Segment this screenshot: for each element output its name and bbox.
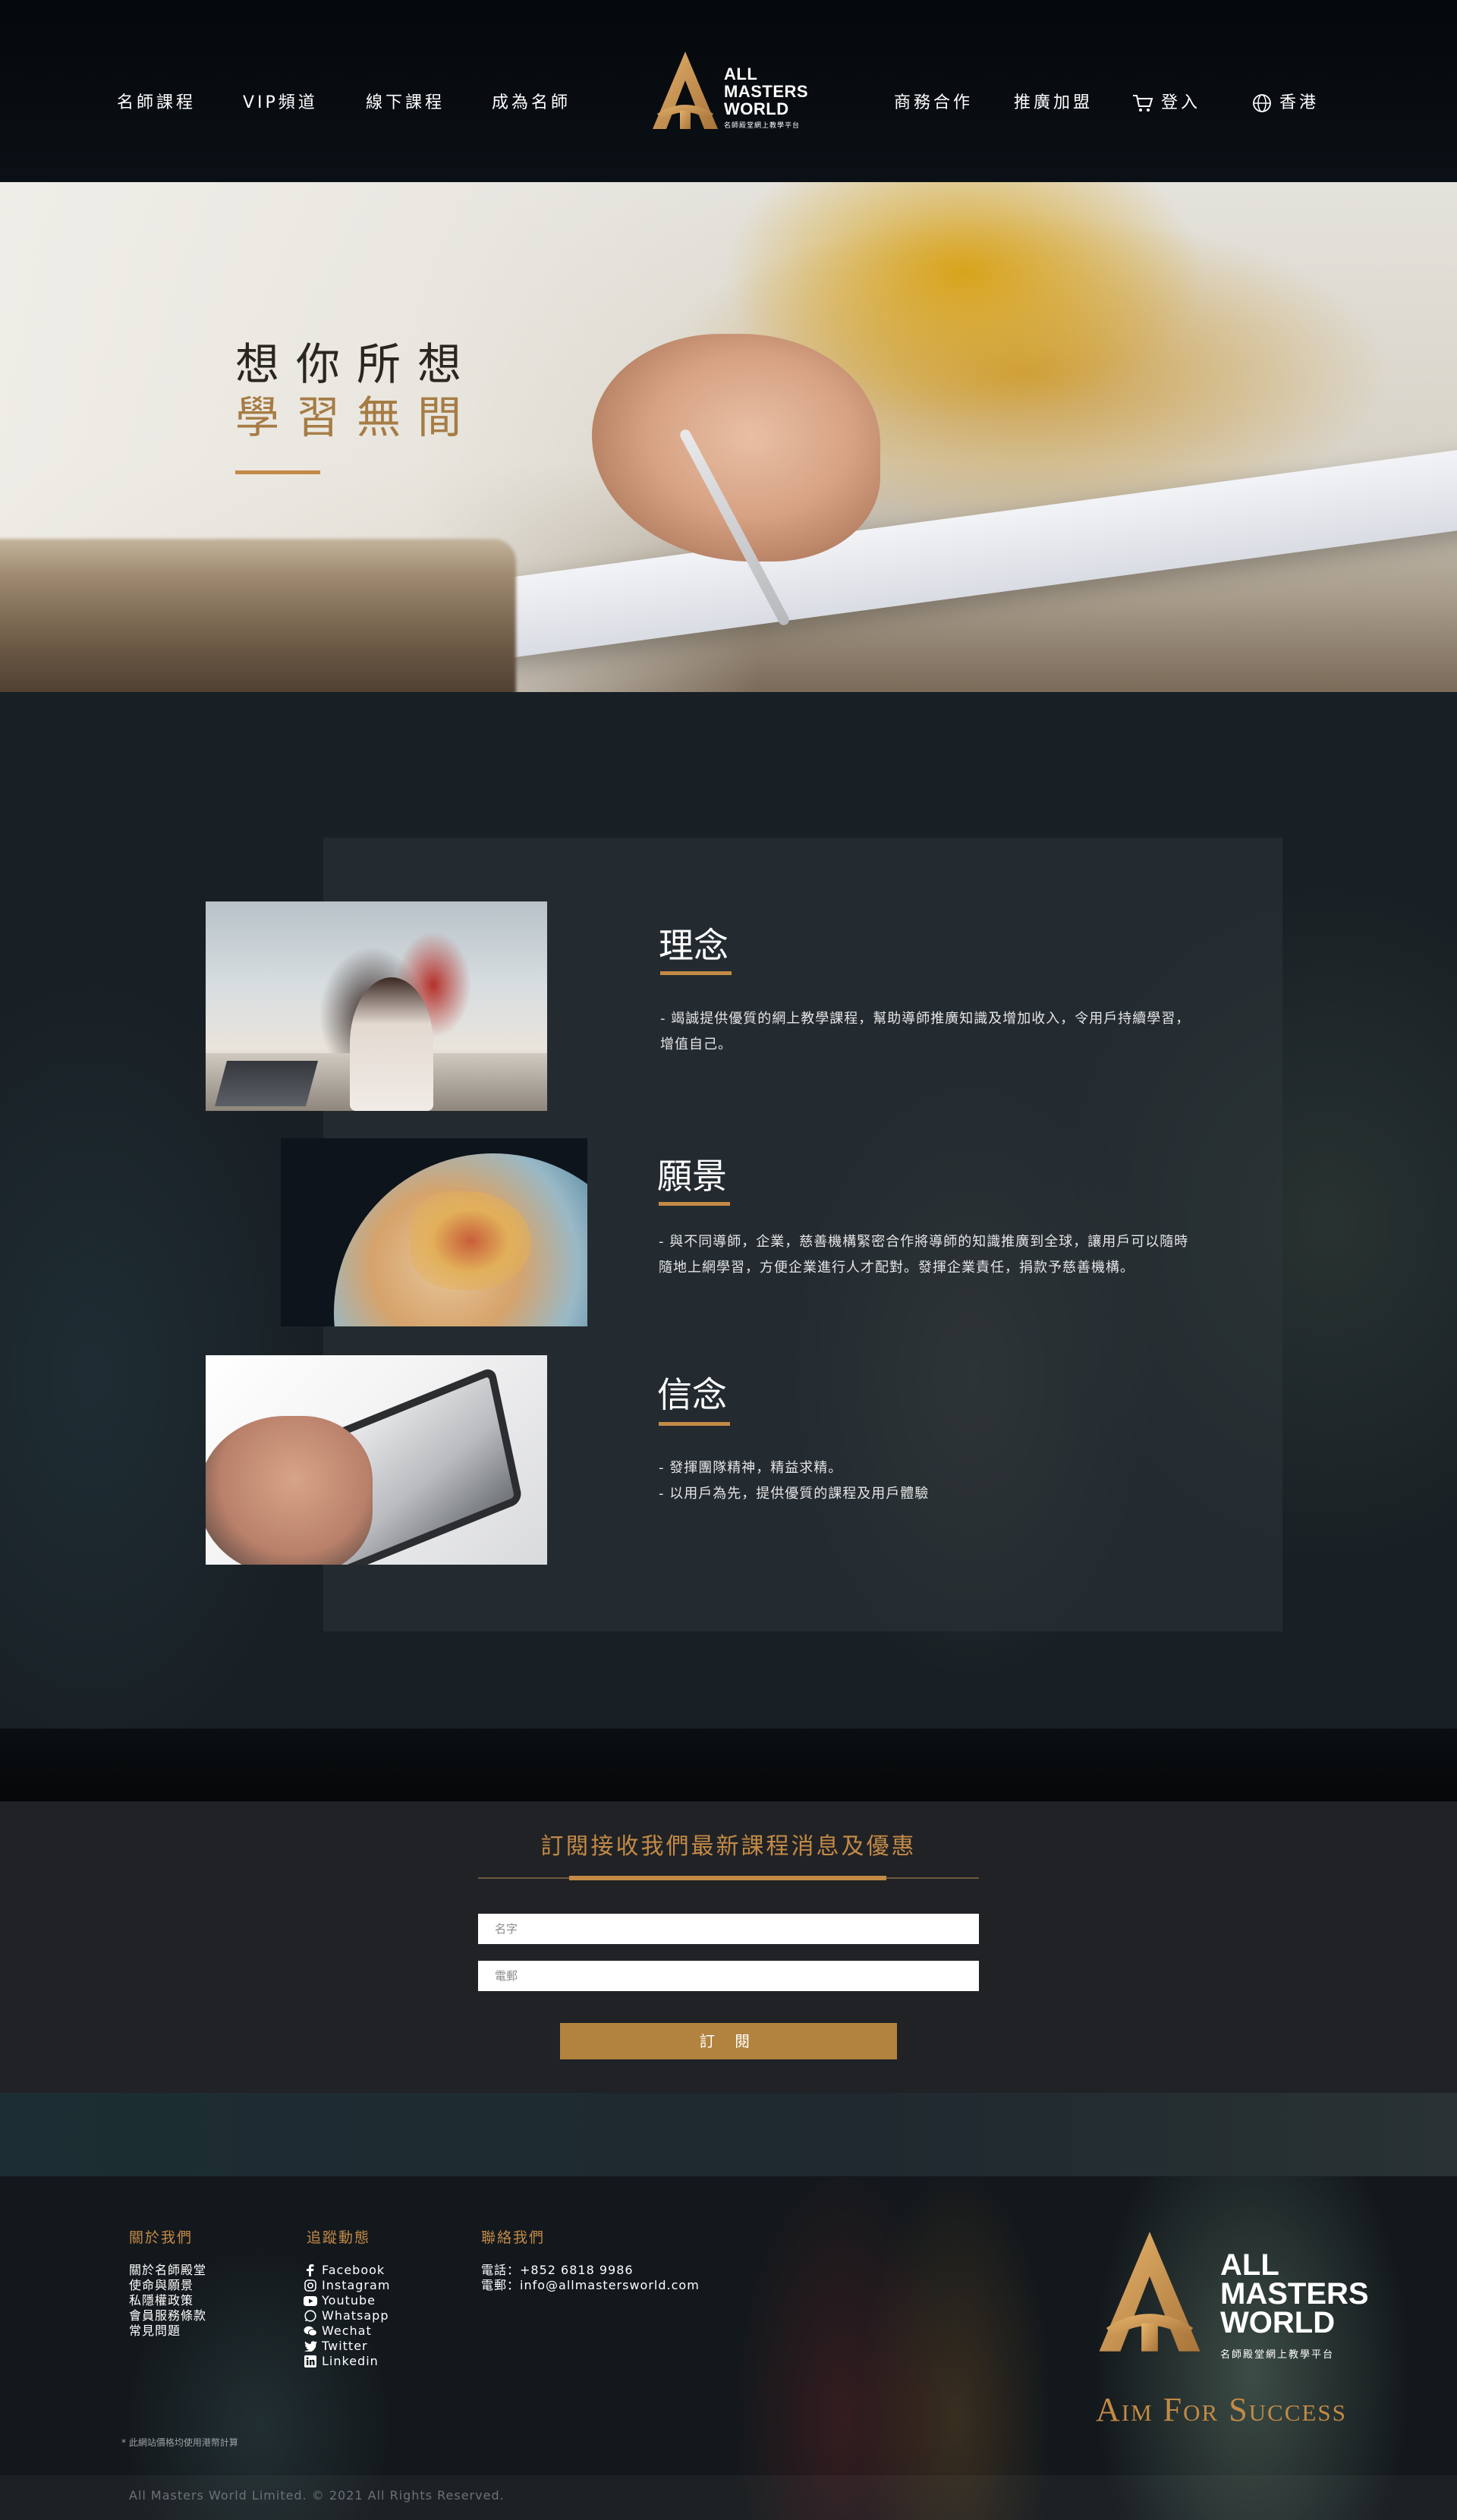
youtube-icon: [304, 2295, 317, 2306]
social-label: Facebook: [322, 2263, 385, 2277]
nav-region-selector[interactable]: 香港: [1252, 90, 1319, 117]
footer-link-terms[interactable]: 會員服務條款: [129, 2308, 206, 2323]
vision-underline: [659, 1202, 730, 1206]
footer-logo-subtitle: 名師殿堂網上教學平台: [1220, 2349, 1335, 2361]
nav-item-master-courses[interactable]: 名師課程: [117, 90, 196, 117]
divider-band: [0, 1729, 1457, 1801]
social-label: Whatsapp: [322, 2308, 389, 2323]
contact-email[interactable]: 電郵：info@allmastersworld.com: [481, 2278, 700, 2293]
hero-underline: [235, 470, 320, 474]
social-whatsapp[interactable]: Whatsapp: [302, 2308, 390, 2323]
footer-link-mission[interactable]: 使命與願景: [129, 2278, 206, 2293]
cart-icon: [1133, 95, 1153, 112]
footer-contact-info: 電話：+852 6818 9986 電郵：info@allmastersworl…: [481, 2263, 700, 2293]
photo-globe-land: [410, 1191, 531, 1290]
footer-logo-line-2: MASTERS: [1220, 2277, 1369, 2311]
photo-hand: [206, 1416, 373, 1565]
copyright-text: All Masters World Limited. © 2021 All Ri…: [129, 2488, 505, 2503]
social-label: Linkedin: [322, 2354, 379, 2368]
footer-link-about[interactable]: 關於名師殿堂: [129, 2263, 206, 2278]
footer-about-heading: 關於我們: [129, 2229, 194, 2246]
footer-logo-emblem-icon: [1099, 2232, 1201, 2352]
instagram-icon: [304, 2279, 316, 2292]
belief-photo: [206, 1355, 547, 1565]
social-label: Youtube: [322, 2293, 376, 2308]
about-section: 理念 - 竭誠提供優質的網上教學課程，幫助導師推廣知識及增加收入，令用戶持續學習…: [0, 692, 1457, 1729]
contact-phone[interactable]: 電話：+852 6818 9986: [481, 2263, 700, 2278]
philosophy-title: 理念: [659, 925, 728, 966]
nav-login[interactable]: 登入: [1132, 90, 1201, 117]
belief-underline: [659, 1422, 730, 1426]
footer-link-faq[interactable]: 常見問題: [129, 2323, 206, 2339]
hero-title-line-2: 學習無間: [235, 392, 479, 443]
subscribe-title: 訂閱接收我們最新課程消息及優惠: [540, 1833, 917, 1860]
philosophy-text: - 竭誠提供優質的網上教學課程，幫助導師推廣知識及增加收入，令用戶持續學習， 增…: [660, 1011, 1213, 1052]
vision-title: 願景: [657, 1156, 727, 1197]
footer-about-links: 關於名師殿堂 使命與願景 私隱權政策 會員服務條款 常見問題: [129, 2263, 206, 2339]
social-youtube[interactable]: Youtube: [302, 2293, 390, 2308]
header-logo-text: ALL MASTERS WORLD: [724, 65, 808, 118]
nav-item-business[interactable]: 商務合作: [894, 90, 973, 117]
belief-line-2: - 以用戶為先，提供優質的課程及用戶體驗: [659, 1486, 930, 1502]
footer-social-links: Facebook Instagram Youtube Whatsapp Wech…: [302, 2263, 390, 2369]
hero-book-image: [0, 539, 516, 692]
philosophy-underline: [660, 971, 732, 975]
globe-icon: [1253, 94, 1271, 112]
region-label: 香港: [1279, 93, 1320, 112]
footer-link-privacy[interactable]: 私隱權政策: [129, 2293, 206, 2308]
nav-item-franchise[interactable]: 推廣加盟: [1014, 90, 1093, 117]
vision-photo: [281, 1138, 587, 1326]
footer-logo-text: ALL MASTERS WORLD: [1220, 2248, 1369, 2339]
logo-emblem-icon: [653, 52, 718, 129]
hero-banner: [0, 182, 1457, 692]
subscribe-divider-accent: [569, 1876, 886, 1880]
nav-item-become-master[interactable]: 成為名師: [492, 90, 571, 117]
subscribe-section: 訂閱接收我們最新課程消息及優惠 訂 閱: [0, 1801, 1457, 2093]
social-label: Wechat: [322, 2323, 372, 2338]
footer-contact-heading: 聯絡我們: [481, 2229, 546, 2246]
social-wechat[interactable]: Wechat: [302, 2323, 390, 2339]
social-linkedin[interactable]: Linkedin: [302, 2354, 390, 2369]
philosophy-photo: [206, 901, 547, 1111]
subscribe-button[interactable]: 訂 閱: [560, 2023, 897, 2059]
belief-line-1: - 發揮團隊精神，精益求精。: [659, 1460, 843, 1476]
photo-person: [350, 977, 433, 1111]
login-label: 登入: [1161, 93, 1201, 112]
belief-text: - 發揮團隊精神，精益求精。 - 以用戶為先，提供優質的課程及用戶體驗: [659, 1455, 1213, 1507]
belief-title: 信念: [657, 1374, 727, 1415]
nav-item-vip-channel[interactable]: VIP頻道: [243, 90, 318, 117]
name-input[interactable]: [478, 1914, 979, 1944]
social-instagram[interactable]: Instagram: [302, 2278, 390, 2293]
wechat-icon: [304, 2326, 317, 2336]
whatsapp-icon: [304, 2310, 316, 2322]
hero-title-line-1: 想你所想: [235, 338, 479, 390]
currency-note: * 此網站價格均使用港幣計算: [121, 2437, 238, 2448]
hero-title: 想你所想 學習無間: [235, 338, 478, 444]
top-navigation: 名師課程 VIP頻道 線下課程 成為名師 ALL MASTERS WORLD 名…: [0, 0, 1457, 182]
footer-logo[interactable]: ALL MASTERS WORLD 名師殿堂網上教學平台: [1093, 2229, 1369, 2366]
facebook-icon: [307, 2264, 314, 2276]
logo-line-3: WORLD: [724, 99, 789, 118]
logo-line-1: ALL: [724, 64, 758, 83]
footer-logo-line-3: WORLD: [1220, 2306, 1336, 2339]
nav-item-offline-courses[interactable]: 線下課程: [366, 90, 445, 117]
vision-text: - 與不同導師，企業，慈善機構緊密合作將導師的知識推廣到全球，讓用戶可以隨時 隨…: [659, 1234, 1204, 1276]
header-logo-subtitle: 名師殿堂網上教學平台: [724, 122, 801, 130]
photo-laptop: [214, 1061, 319, 1106]
email-input[interactable]: [478, 1961, 979, 1991]
social-facebook[interactable]: Facebook: [302, 2263, 390, 2278]
logo-line-2: MASTERS: [724, 82, 809, 101]
social-twitter[interactable]: Twitter: [302, 2339, 390, 2354]
footer-logo-line-1: ALL: [1220, 2248, 1279, 2282]
header-logo[interactable]: ALL MASTERS WORLD 名師殿堂網上教學平台: [651, 50, 810, 134]
footer-top-band: [0, 2093, 1457, 2176]
social-label: Twitter: [322, 2339, 368, 2353]
footer-follow-heading: 追蹤動態: [307, 2229, 371, 2246]
linkedin-icon: [304, 2355, 316, 2367]
social-label: Instagram: [322, 2278, 391, 2292]
twitter-icon: [304, 2341, 317, 2352]
footer-slogan: Aim For Success: [1096, 2391, 1347, 2428]
